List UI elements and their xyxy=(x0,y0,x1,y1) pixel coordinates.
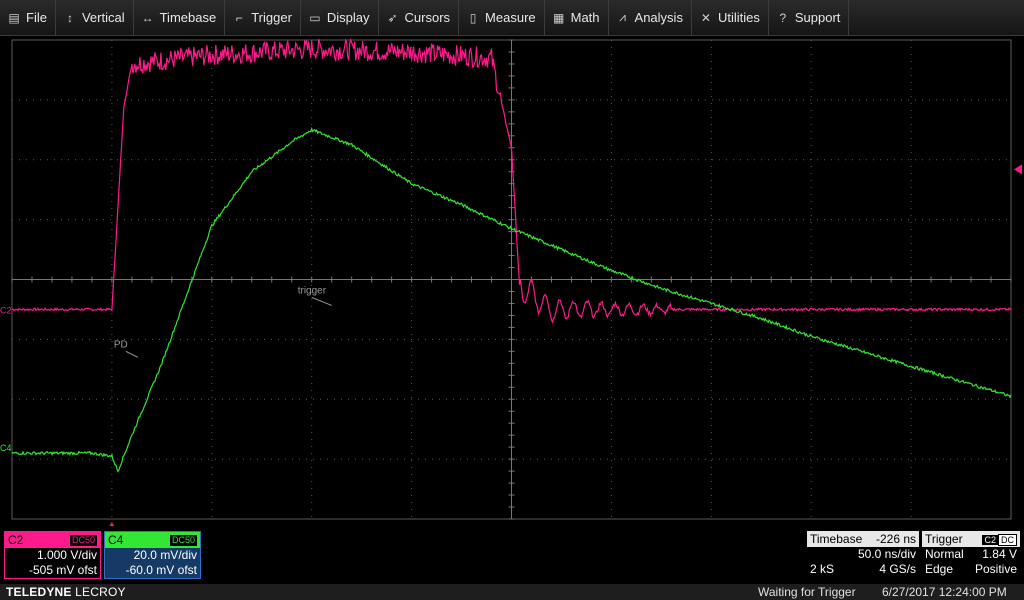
help-icon: ? xyxy=(779,10,787,25)
menu-math-button[interactable]: ▦ Math xyxy=(545,0,609,35)
menu-vertical-label: Vertical xyxy=(81,10,125,25)
cursor-arrow-icon: ➶ xyxy=(387,10,398,25)
timebase-header: Timebase -226 ns xyxy=(807,531,919,547)
trigger-type: Edge xyxy=(925,562,954,576)
timebase-per-div: 50.0 ns/div xyxy=(857,547,916,561)
menu-utilities-label: Utilities xyxy=(717,10,760,25)
pd-annotation-leader xyxy=(125,350,139,358)
c4-coupling-tag: DC50 xyxy=(169,534,197,546)
brand-logo: TELEDYNE LECROY xyxy=(0,585,126,599)
trigger-edge-icon: ⌐ xyxy=(235,10,243,25)
menu-bar: ▤ File ↕ Vertical ↔ Timebase ⌐ Trigger ▭ Display ➶… xyxy=(0,0,1024,36)
c4-channel-name: C4 xyxy=(108,533,124,547)
brand-bold: TELEDYNE xyxy=(6,585,72,599)
menu-support-button[interactable]: ? Support xyxy=(769,0,850,35)
waveform-grid-area[interactable]: trigger PD C2 C4 xyxy=(0,36,1024,526)
menu-timebase-button[interactable]: ↔ Timebase xyxy=(134,0,226,35)
c2-offset: -505 mV ofst xyxy=(28,563,97,577)
menu-file-button[interactable]: ▤ File xyxy=(0,0,56,35)
c2-descriptor-header: C2 DC50 xyxy=(5,532,100,548)
trigger-row-1: Normal 1.84 V xyxy=(922,547,1020,562)
trigger-source-tag: C2 xyxy=(982,535,998,545)
horizontal-arrows-icon: ↔ xyxy=(141,10,154,25)
timebase-delay: -226 ns xyxy=(875,532,916,546)
menu-math-label: Math xyxy=(570,10,600,25)
c4-descriptor-header: C4 DC50 xyxy=(105,532,200,548)
wrench-icon: ✕ xyxy=(700,10,711,25)
trigger-descriptor-box[interactable]: Trigger C2 DC Normal 1.84 V Edge Positive xyxy=(922,531,1020,579)
menu-utilities-button[interactable]: ✕ Utilities xyxy=(692,0,769,35)
trigger-header: Trigger C2 DC xyxy=(922,531,1020,547)
menu-measure-label: Measure xyxy=(485,10,536,25)
pd-annotation: PD xyxy=(114,339,128,350)
timebase-sample-rate: 4 GS/s xyxy=(879,562,916,576)
trigger-coupling-tag: DC xyxy=(998,534,1017,546)
c4-ground-marker: C4 xyxy=(0,443,12,453)
trigger-row-2: Edge Positive xyxy=(922,562,1020,577)
menu-trigger-button[interactable]: ⌐ Trigger xyxy=(225,0,301,35)
c2-ground-marker: C2 xyxy=(0,305,12,315)
menu-trigger-label: Trigger xyxy=(251,10,292,25)
brand-light: LECROY xyxy=(75,585,126,599)
measure-icon: ▯ xyxy=(469,10,477,25)
timebase-row-1: 50.0 ns/div xyxy=(807,547,919,562)
trigger-annotation: trigger xyxy=(298,285,327,296)
c4-offset: -60.0 mV ofst xyxy=(125,563,197,577)
menu-analysis-label: Analysis xyxy=(634,10,683,25)
c2-volts-per-div: 1.000 V/div xyxy=(36,548,97,562)
menu-cursors-button[interactable]: ➶ Cursors xyxy=(379,0,460,35)
menu-display-label: Display xyxy=(326,10,370,25)
menu-display-button[interactable]: ▭ Display xyxy=(301,0,379,35)
status-message: Waiting for Trigger xyxy=(758,585,856,599)
menu-cursors-label: Cursors xyxy=(404,10,451,25)
display-icon: ▭ xyxy=(309,10,321,25)
waveform-display[interactable]: trigger PD C2 C4 xyxy=(0,36,1024,526)
timebase-descriptor-box[interactable]: Timebase -226 ns 50.0 ns/div 2 kS 4 GS/s xyxy=(807,531,919,579)
trigger-slope: Positive xyxy=(974,562,1017,576)
menu-support-label: Support xyxy=(794,10,841,25)
vertical-arrows-icon: ↕ xyxy=(66,10,73,25)
c2-descriptor-box[interactable]: C2 DC50 1.000 V/div -505 mV ofst xyxy=(4,531,101,579)
timebase-title: Timebase xyxy=(810,532,863,546)
channel-info-panel: C2 DC50 1.000 V/div -505 mV ofst C4 DC50… xyxy=(0,526,1024,584)
trigger-source-coupling: C2 DC xyxy=(982,532,1017,546)
menu-measure-button[interactable]: ▯ Measure xyxy=(459,0,545,35)
trigger-annotation-leader xyxy=(311,296,332,306)
timebase-samples: 2 kS xyxy=(810,562,835,576)
trigger-title: Trigger xyxy=(925,532,963,546)
menu-analysis-button[interactable]: ⩘ Analysis xyxy=(609,0,692,35)
calculator-icon: ▦ xyxy=(552,10,565,25)
trigger-level: 1.84 V xyxy=(982,547,1017,561)
c2-coupling-tag: DC50 xyxy=(69,534,97,546)
c4-volts-per-div: 20.0 mV/div xyxy=(133,548,197,562)
timebase-row-2: 2 kS 4 GS/s xyxy=(807,562,919,577)
menu-file-label: File xyxy=(26,10,47,25)
analysis-chart-icon: ⩘ xyxy=(619,10,626,24)
file-icon: ▤ xyxy=(8,10,20,25)
trigger-level-marker xyxy=(1014,164,1022,175)
menu-timebase-label: Timebase xyxy=(159,10,217,25)
menu-vertical-button[interactable]: ↕ Vertical xyxy=(56,0,134,35)
c4-descriptor-box[interactable]: C4 DC50 20.0 mV/div -60.0 mV ofst xyxy=(104,531,201,579)
status-datetime: 6/27/2017 12:24:00 PM xyxy=(882,585,1007,599)
trigger-mode: Normal xyxy=(925,547,964,561)
c2-channel-name: C2 xyxy=(8,533,24,547)
status-bar: TELEDYNE LECROY Waiting for Trigger 6/27… xyxy=(0,584,1024,600)
